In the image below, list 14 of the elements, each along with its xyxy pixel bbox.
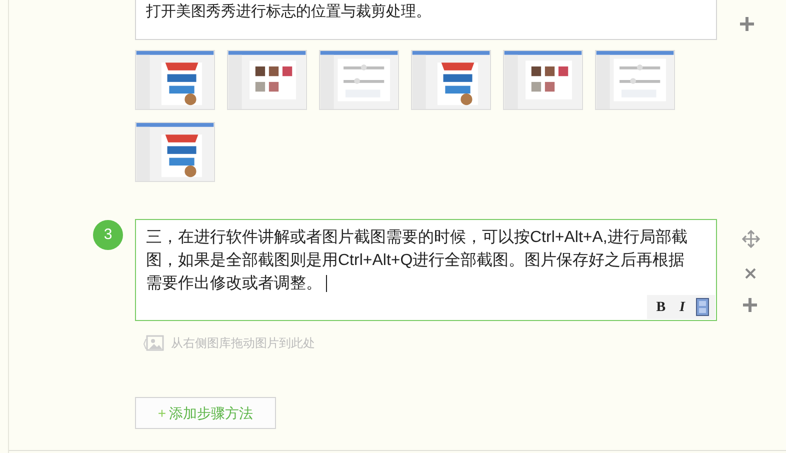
film-icon[interactable] — [696, 298, 709, 316]
close-icon[interactable] — [745, 268, 756, 279]
add-icon[interactable] — [743, 298, 757, 312]
add-icon[interactable] — [740, 17, 754, 31]
drop-hint: 从右侧图库拖动图片到此处 — [171, 335, 315, 352]
step-text-field[interactable]: 三，在进行软件讲解或者图片截图需要的时候，可以按Ctrl+Alt+A,进行局部截图，如果是全部截图则是用Ctrl+Alt+Q进行全部截图。图片保存好之后再根据需要作出修改或者调整。 B I — [135, 219, 717, 321]
move-icon[interactable] — [742, 230, 760, 248]
step-text-box[interactable]: 打开美图秀秀进行标志的位置与裁剪处理。 — [135, 0, 717, 40]
bold-button[interactable]: B — [653, 296, 669, 318]
step-text: 三，在进行软件讲解或者图片截图需要的时候，可以按Ctrl+Alt+A,进行局部截图，如果是全部截图则是用Ctrl+Alt+Q进行全部截图。图片保存好之后再根据需要作出修改或者调整。 — [146, 229, 688, 292]
italic-button[interactable]: I — [676, 296, 688, 318]
step-text: 打开美图秀秀进行标志的位置与裁剪处理。 — [146, 3, 431, 20]
image-icon — [143, 334, 165, 352]
step-number: 3 — [93, 220, 123, 250]
